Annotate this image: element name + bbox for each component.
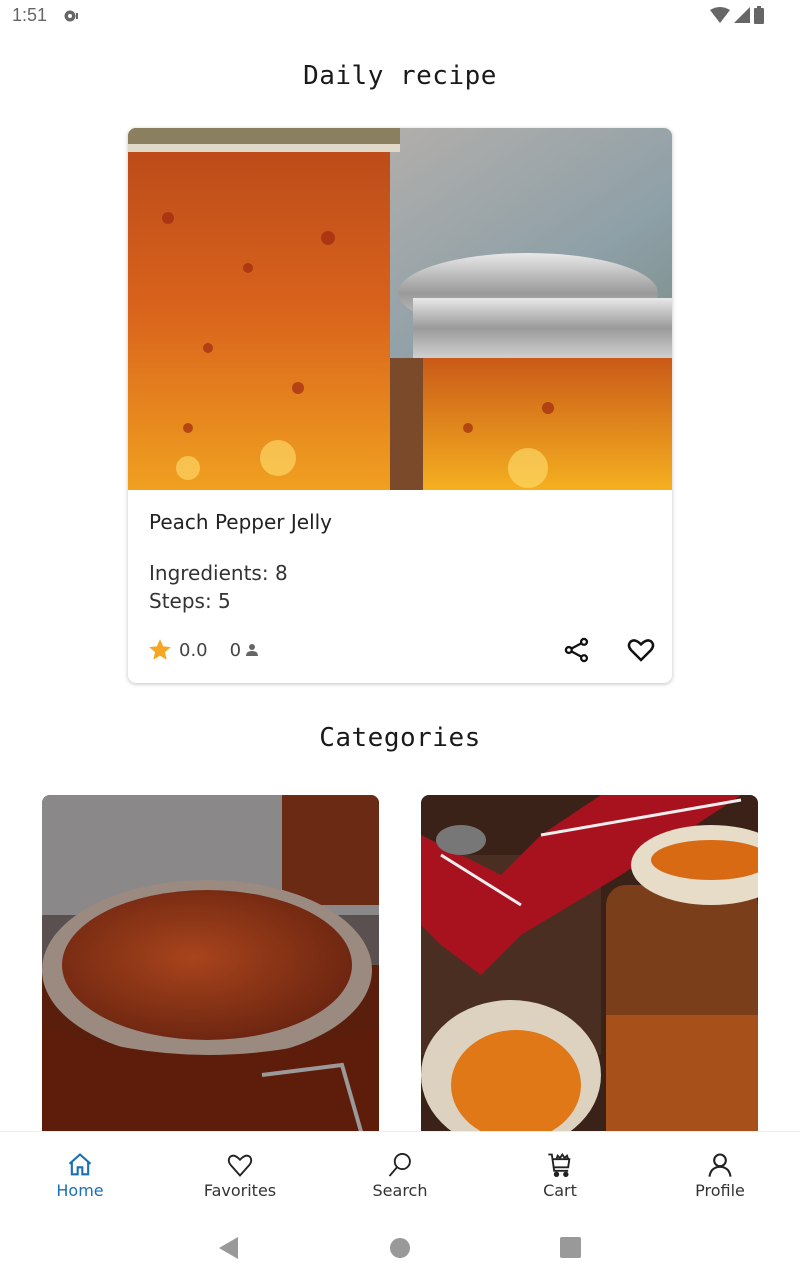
categories-heading: Categories	[319, 723, 481, 753]
wifi-icon	[710, 7, 730, 23]
heart-icon	[627, 639, 655, 662]
recipe-image[interactable]	[128, 128, 672, 490]
profile-icon	[708, 1153, 732, 1177]
status-bar: 1:51	[0, 0, 800, 34]
ingredients-count: Ingredients: 8	[149, 561, 288, 585]
status-time: 1:51	[12, 5, 48, 25]
card-actions	[562, 635, 656, 665]
signal-icon	[734, 7, 750, 23]
recipe-photo	[128, 128, 672, 490]
daily-recipe-card[interactable]: Peach Pepper Jelly Ingredients: 8 Steps:…	[128, 128, 672, 683]
category-image	[42, 795, 379, 1135]
nav-favorites[interactable]: Favorites	[160, 1132, 320, 1216]
star-icon	[149, 639, 171, 660]
recents-icon[interactable]	[560, 1237, 581, 1258]
nav-cart-label: Cart	[543, 1181, 577, 1200]
nav-cart[interactable]: Cart	[480, 1132, 640, 1216]
nav-profile[interactable]: Profile	[640, 1132, 800, 1216]
cart-icon	[548, 1152, 571, 1178]
rating-value: 0.0	[179, 639, 208, 661]
recipe-meta: Ingredients: 8 Steps: 5	[149, 559, 288, 615]
nav-profile-label: Profile	[695, 1181, 745, 1200]
search-icon	[388, 1152, 411, 1177]
nav-search-label: Search	[372, 1181, 428, 1200]
nav-search[interactable]: Search	[320, 1132, 480, 1216]
rating-count: 0	[229, 639, 242, 661]
recipe-name: Peach Pepper Jelly	[149, 510, 333, 534]
home-circle-icon[interactable]	[389, 1237, 411, 1259]
favorite-button[interactable]	[626, 635, 656, 665]
battery-icon	[754, 6, 764, 24]
status-icons	[710, 6, 764, 24]
bottom-nav: Home Favorites Search Cart Profile	[0, 1131, 800, 1216]
back-icon[interactable]	[219, 1237, 239, 1259]
share-icon	[564, 637, 589, 663]
daily-recipe-heading: Daily recipe	[303, 61, 497, 91]
nav-favorites-label: Favorites	[203, 1181, 277, 1200]
category-image	[421, 795, 758, 1135]
home-icon	[68, 1153, 92, 1176]
share-button[interactable]	[562, 635, 592, 665]
system-nav-bar	[0, 1216, 800, 1280]
category-card[interactable]	[42, 795, 379, 1135]
category-card[interactable]	[421, 795, 758, 1135]
nav-home[interactable]: Home	[0, 1132, 160, 1216]
nav-home-label: Home	[56, 1181, 104, 1200]
steps-count: Steps: 5	[149, 589, 231, 613]
notification-icon	[64, 10, 78, 22]
person-icon	[246, 644, 259, 656]
rating-row: 0.0 0	[147, 637, 259, 663]
heart-icon	[227, 1154, 253, 1177]
